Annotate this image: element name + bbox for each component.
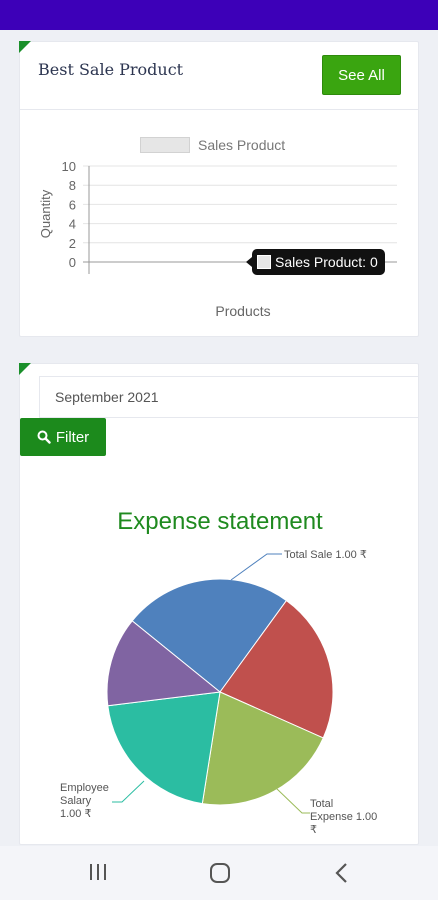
pie-chart: Total Sale 1.00 ₹ Total Expense 1.00 ₹ Emplo… xyxy=(60,549,377,836)
slice-label: Total Expense 1.00 ₹ xyxy=(310,798,377,836)
y-tick-label: 4 xyxy=(69,217,76,232)
expense-card: September 2021 Filter Expense statement … xyxy=(19,363,419,845)
chart-tooltip: Sales Product: 0 xyxy=(246,249,385,275)
best-sale-card: Best Sale Product See All Sales Product … xyxy=(19,41,419,337)
leader-line xyxy=(112,780,145,803)
x-axis-label: Products xyxy=(215,303,270,319)
home-icon[interactable] xyxy=(209,862,231,884)
pie-slice xyxy=(107,691,221,805)
y-tick-label: 8 xyxy=(69,178,76,193)
tooltip-text: Sales Product: 0 xyxy=(275,254,378,270)
bar-chart: 10 8 6 4 2 0 Quantity Products xyxy=(38,159,397,319)
slice-label: Total Sale 1.00 ₹ xyxy=(284,549,367,561)
leader-line xyxy=(230,553,282,581)
tooltip-swatch xyxy=(257,255,271,269)
back-icon[interactable] xyxy=(334,862,350,884)
leader-line xyxy=(275,787,310,814)
y-tick-label: 6 xyxy=(69,197,76,212)
y-axis-label: Quantity xyxy=(38,189,53,238)
y-tick-label: 10 xyxy=(62,159,76,174)
slice-label: Employee Salary 1.00 ₹ xyxy=(60,782,109,820)
y-tick-label: 0 xyxy=(69,255,76,270)
status-bar xyxy=(0,0,438,30)
recents-icon[interactable] xyxy=(88,862,108,882)
navigation-bar xyxy=(0,846,438,900)
y-tick-label: 2 xyxy=(69,236,76,251)
